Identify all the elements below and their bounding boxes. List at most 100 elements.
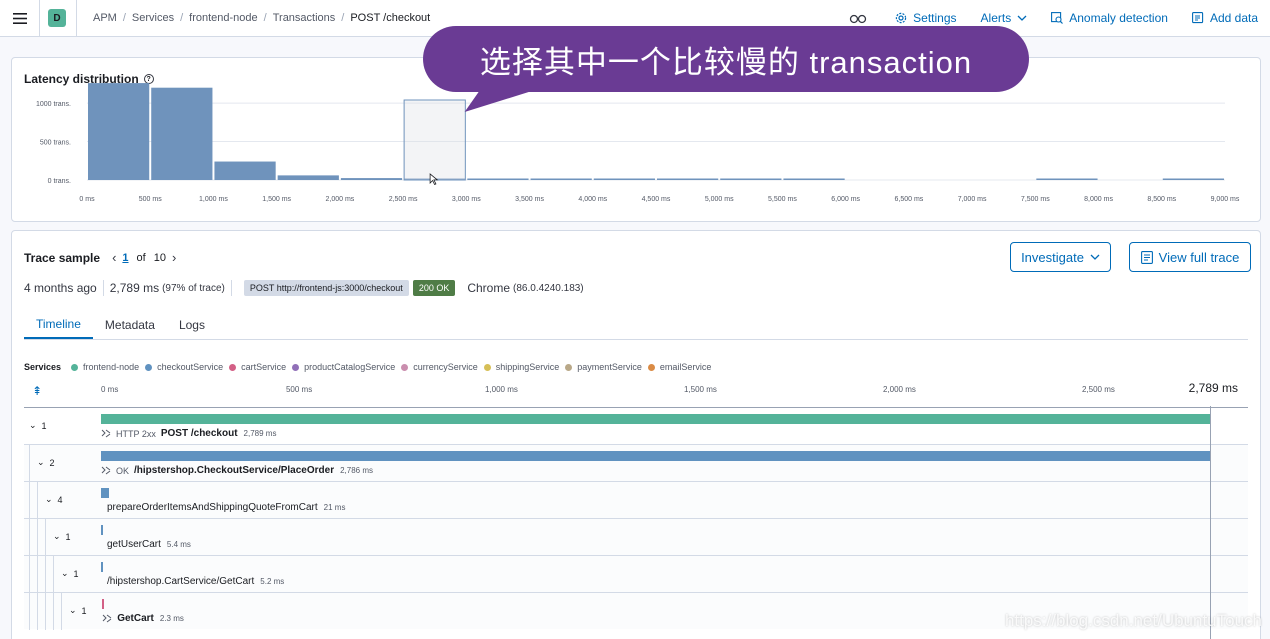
space-avatar[interactable]: D bbox=[48, 9, 66, 27]
latency-bar[interactable] bbox=[467, 178, 529, 181]
span-bar[interactable] bbox=[101, 451, 1210, 461]
span-bar[interactable] bbox=[101, 414, 1211, 424]
service-name: shippingService bbox=[495, 362, 560, 372]
breadcrumb-apm[interactable]: APM bbox=[93, 12, 117, 24]
tab-timeline[interactable]: Timeline bbox=[24, 310, 93, 339]
browser-version: (86.0.4240.183) bbox=[513, 282, 584, 294]
timeline-row[interactable]: ⌄ 1 HTTP 2xx POST /checkout 2,789 ms bbox=[24, 407, 1248, 444]
x-tick-label: 4,000 ms bbox=[578, 196, 607, 203]
selected-bucket[interactable] bbox=[403, 99, 466, 181]
latency-bar[interactable] bbox=[1162, 178, 1224, 181]
gear-icon bbox=[895, 12, 907, 24]
span-duration: 5.4 ms bbox=[166, 540, 191, 549]
breadcrumb-service[interactable]: frontend-node bbox=[189, 12, 258, 24]
next-icon[interactable]: › bbox=[172, 250, 176, 265]
menu-button[interactable] bbox=[0, 0, 40, 36]
latency-bar[interactable] bbox=[720, 178, 782, 181]
expand-toggle[interactable]: ⌄ 1 bbox=[53, 531, 71, 542]
x-tick-label: 5,000 ms bbox=[705, 196, 734, 203]
timeline-row[interactable]: ⌄ 1 getUserCart 5.4 ms bbox=[24, 518, 1248, 556]
span-label: GetCart 2.3 ms bbox=[102, 613, 184, 624]
alerts-label: Alerts bbox=[980, 11, 1012, 25]
tab-metadata[interactable]: Metadata bbox=[93, 310, 167, 339]
breadcrumb-separator: / bbox=[263, 12, 267, 24]
pager-total: 10 bbox=[153, 251, 166, 264]
view-full-trace-label: View full trace bbox=[1158, 249, 1240, 265]
latency-bar[interactable] bbox=[1036, 178, 1098, 181]
alerts-menu[interactable]: Alerts bbox=[981, 11, 1028, 25]
service-legend-item: emailService bbox=[647, 362, 711, 372]
services-legend: Services frontend-node checkoutService car… bbox=[24, 362, 717, 372]
settings-link[interactable]: Settings bbox=[895, 11, 957, 25]
latency-bar[interactable] bbox=[593, 178, 655, 181]
span-label: /hipstershop.CartService/GetCart 5.2 ms bbox=[107, 576, 284, 587]
settings-label: Settings bbox=[913, 11, 957, 25]
breadcrumb-transactions[interactable]: Transactions bbox=[273, 12, 336, 24]
latency-bar[interactable] bbox=[657, 178, 719, 181]
timeline-row[interactable]: ⌄ 4 prepareOrderItemsAndShippingQuoteFromC… bbox=[24, 481, 1248, 519]
indent-guide bbox=[53, 556, 54, 593]
anomaly-label: Anomaly detection bbox=[1069, 11, 1168, 25]
service-legend-item: checkoutService bbox=[145, 362, 223, 372]
latency-bar[interactable] bbox=[277, 175, 339, 180]
latency-bar[interactable] bbox=[88, 83, 150, 180]
latency-bar[interactable] bbox=[783, 178, 845, 181]
collapse-all-icon[interactable]: ⇞ bbox=[32, 384, 42, 398]
latency-bar[interactable] bbox=[530, 178, 592, 181]
span-duration: 2,789 ms bbox=[243, 429, 277, 438]
span-bar[interactable] bbox=[101, 488, 110, 498]
span-bar[interactable] bbox=[101, 562, 104, 572]
indent-guide bbox=[29, 556, 30, 593]
summary-separator bbox=[102, 280, 104, 296]
add-data-label: Add data bbox=[1209, 11, 1258, 25]
expand-toggle[interactable]: ⌄ 1 bbox=[69, 605, 87, 616]
breadcrumb-separator: / bbox=[180, 12, 184, 24]
service-name: checkoutService bbox=[157, 362, 224, 372]
timeline-tick-label: 2,000 ms bbox=[882, 385, 916, 394]
expand-toggle[interactable]: ⌄ 1 bbox=[29, 420, 47, 431]
latency-bar[interactable] bbox=[151, 87, 213, 180]
breadcrumb-services[interactable]: Services bbox=[132, 12, 174, 24]
trace-pager: ‹ 1 of 10 › bbox=[106, 250, 182, 265]
indent-guide bbox=[45, 519, 46, 556]
previous-icon[interactable]: ‹ bbox=[112, 250, 116, 265]
timeline-end-marker bbox=[1210, 406, 1211, 639]
child-count: 1 bbox=[65, 531, 71, 542]
trace-sample-panel: Trace sample ‹ 1 of 10 › Investigate Vie… bbox=[11, 230, 1261, 639]
anomaly-detection-link[interactable]: Anomaly detection bbox=[1051, 11, 1168, 25]
timeline-row[interactable]: ⌄ 2 OK/hipstershop.CheckoutService/PlaceOr… bbox=[24, 444, 1248, 482]
view-full-trace-button[interactable]: View full trace bbox=[1129, 242, 1251, 272]
service-legend-item: currencyService bbox=[401, 362, 478, 372]
callout-bubble: 选择其中一个比较慢的 transaction bbox=[423, 26, 1029, 92]
expand-toggle[interactable]: ⌄ 2 bbox=[37, 457, 55, 468]
latency-bar[interactable] bbox=[214, 161, 276, 180]
span-status: OK bbox=[116, 465, 130, 476]
service-name: productCatalogService bbox=[304, 362, 396, 372]
child-count: 1 bbox=[73, 568, 79, 579]
expand-toggle[interactable]: ⌄ 1 bbox=[61, 568, 79, 579]
indent-guide bbox=[45, 556, 46, 593]
span-label: OK/hipstershop.CheckoutService/PlaceOrde… bbox=[101, 465, 373, 476]
add-data-link[interactable]: Add data bbox=[1192, 11, 1258, 25]
timeline-tick-label: 500 ms bbox=[285, 385, 313, 394]
span-name: /hipstershop.CheckoutService/PlaceOrder bbox=[134, 465, 335, 476]
service-legend-item: paymentService bbox=[565, 362, 642, 372]
breadcrumb-separator: / bbox=[122, 12, 126, 24]
child-count: 1 bbox=[81, 605, 87, 616]
browser-name: Chrome bbox=[467, 281, 511, 295]
indent-guide bbox=[37, 593, 38, 630]
y-tick-label: 0 trans. bbox=[48, 178, 71, 185]
tab-logs[interactable]: Logs bbox=[167, 310, 217, 339]
service-color-dot bbox=[71, 363, 79, 371]
pager-current[interactable]: 1 bbox=[122, 252, 128, 264]
investigate-button[interactable]: Investigate bbox=[1010, 242, 1111, 272]
expand-toggle[interactable]: ⌄ 4 bbox=[45, 494, 63, 505]
timeline-row[interactable]: ⌄ 1/hipstershop.CartService/GetCart 5.2 ms bbox=[24, 555, 1248, 593]
add-data-icon bbox=[1192, 12, 1204, 24]
span-bar[interactable] bbox=[101, 525, 104, 535]
service-color-dot bbox=[401, 363, 409, 371]
latency-bar[interactable] bbox=[340, 178, 403, 180]
span-bar[interactable] bbox=[102, 599, 105, 609]
span-duration: 2,786 ms bbox=[340, 466, 373, 475]
inspect-glasses-icon[interactable] bbox=[849, 12, 867, 24]
